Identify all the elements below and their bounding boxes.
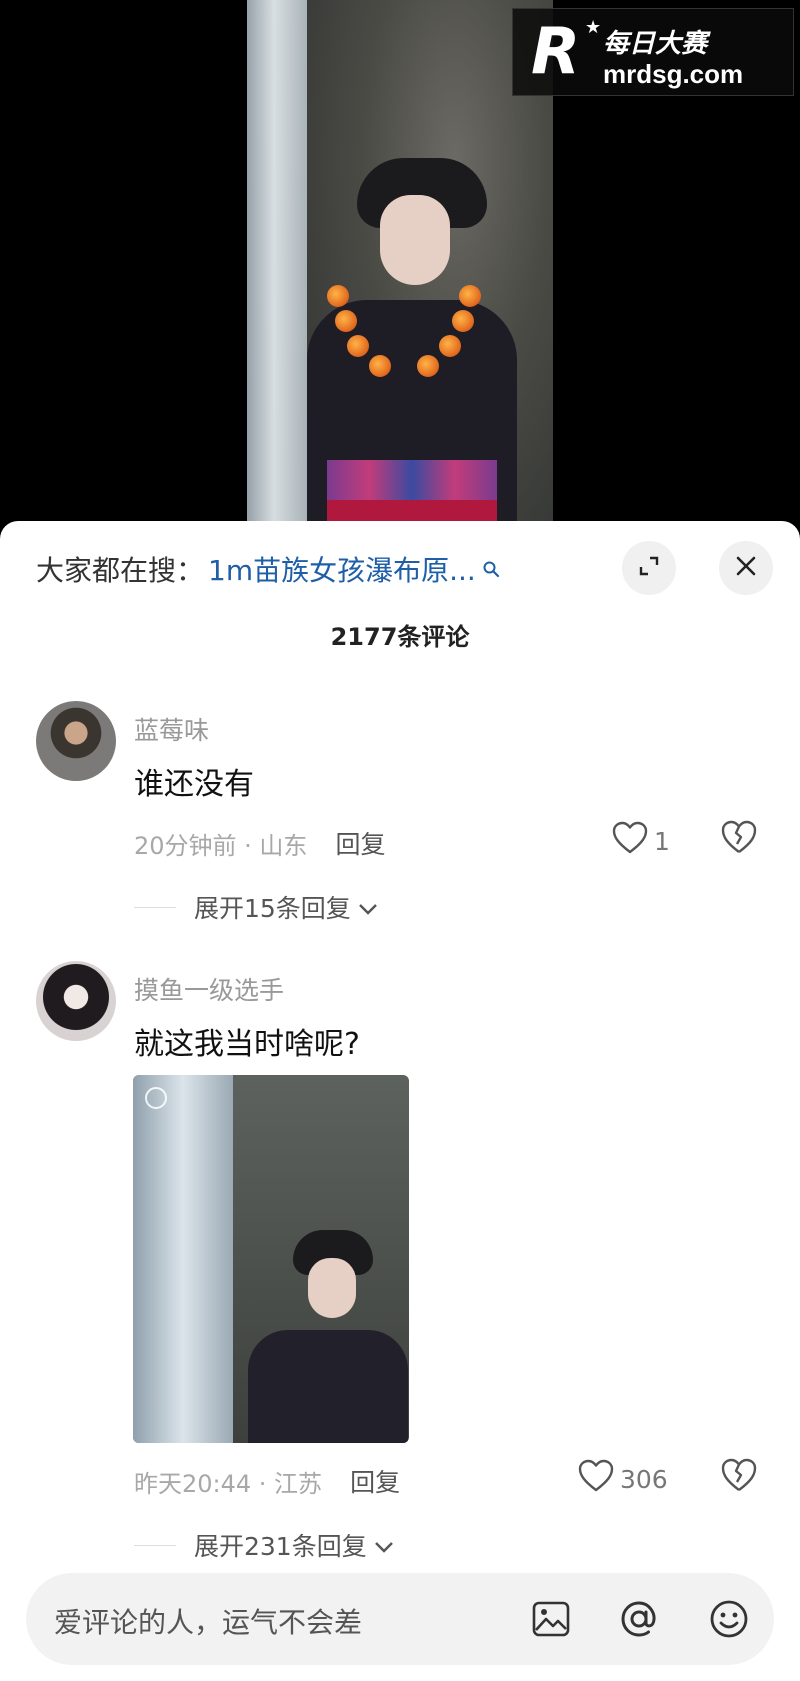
broken-heart-icon [721,1458,757,1491]
broken-heart-icon [721,820,757,853]
watermark-logo: R ★ 每日大赛 mrdsg.com [512,8,794,96]
image-icon[interactable] [528,1596,574,1642]
watermark-letter: R [531,15,581,89]
comment-text: 谁还没有 [134,767,254,802]
expand-button[interactable] [622,541,676,595]
reply-button[interactable]: 回复 [335,825,385,861]
comment-input-bar[interactable]: 爱评论的人，运气不会差 [26,1573,774,1665]
avatar[interactable] [36,701,116,781]
trending-search[interactable]: 大家都在搜： 1m苗族女孩瀑布原... [36,549,500,589]
chevron-down-icon [357,893,379,922]
chevron-down-icon [373,1531,395,1560]
star-icon: ★ [585,17,602,38]
comment-time-location: 20分钟前 · 山东 [134,831,308,860]
comment-input-placeholder[interactable]: 爱评论的人，运气不会差 [54,1601,362,1641]
comment-username[interactable]: 蓝莓味 [134,711,209,747]
dislike-button[interactable] [720,819,760,859]
expand-replies-label: 展开15条回复 [194,894,351,923]
heart-icon [612,821,654,861]
video-frame[interactable] [247,0,553,540]
trending-search-label: 大家都在搜： [36,554,205,587]
expand-replies[interactable]: 展开15条回复 [134,889,379,925]
comment-username[interactable]: 摸鱼一级选手 [134,971,284,1007]
like-button[interactable]: 306 [578,1459,668,1499]
avatar[interactable] [36,961,116,1041]
trending-search-term[interactable]: 1m苗族女孩瀑布原... [208,549,476,589]
video-player[interactable]: R ★ 每日大赛 mrdsg.com [0,0,800,540]
comment-image[interactable] [133,1075,409,1443]
comment-count-title: 2177条评论 [330,623,470,651]
watermark-brand: 每日大赛 [603,29,708,59]
like-button[interactable]: 1 [612,821,670,861]
comment-meta: 20分钟前 · 山东 回复 [134,825,385,861]
close-icon [735,555,757,581]
heart-icon [578,1459,620,1499]
like-count: 306 [620,1464,668,1494]
dislike-button[interactable] [720,1457,760,1497]
video-figure [287,150,517,540]
expand-icon [637,554,661,582]
expand-replies-label: 展开231条回复 [194,1532,367,1561]
at-icon[interactable] [616,1596,662,1642]
comment-meta: 昨天20:44 · 江苏 回复 [134,1463,400,1499]
reply-button[interactable]: 回复 [350,1463,400,1499]
comment-text: 就这我当时啥呢? [134,1027,360,1062]
comments-sheet: 大家都在搜： 1m苗族女孩瀑布原... 2177条评论 蓝莓味 谁还没有 20分… [0,521,800,1681]
emoji-icon[interactable] [706,1596,752,1642]
like-count: 1 [654,826,670,856]
watermark-url: mrdsg.com [603,59,744,89]
expand-replies[interactable]: 展开231条回复 [134,1527,395,1563]
comment-time-location: 昨天20:44 · 江苏 [134,1469,323,1498]
close-button[interactable] [719,541,773,595]
search-icon[interactable] [482,552,500,578]
live-photo-icon [145,1087,167,1109]
